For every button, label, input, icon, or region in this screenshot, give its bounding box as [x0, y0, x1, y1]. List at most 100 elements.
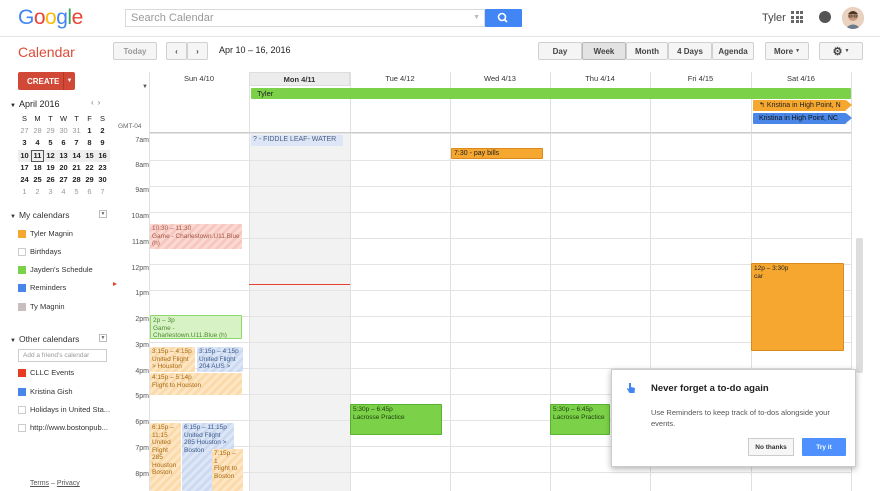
more-button[interactable]: More ▼: [765, 42, 809, 60]
hour-label: 10am: [131, 213, 149, 220]
day-header-mon[interactable]: Mon 4/11: [249, 72, 350, 86]
hour-line: [149, 290, 851, 291]
search-input[interactable]: Search Calendar ▼: [125, 9, 485, 27]
calendar-item-reminders[interactable]: Reminders: [18, 283, 66, 292]
calendar-item-birthdays[interactable]: Birthdays: [18, 247, 61, 256]
event-game-2[interactable]: 2p – 3p Game - Charlestown.U11.Blue (h): [150, 315, 242, 339]
current-time-marker: [113, 282, 117, 286]
view-week[interactable]: Week: [582, 42, 626, 60]
create-button[interactable]: CREATE ▼: [18, 72, 75, 90]
google-logo[interactable]: Google: [18, 6, 83, 30]
mini-calendar-week[interactable]: 24 25 26 27 28 29 30: [18, 174, 110, 186]
event-fiddle-leaf[interactable]: ? - FIDDLE LEAF- WATER: [251, 135, 343, 146]
no-thanks-button[interactable]: No thanks: [748, 438, 794, 456]
my-calendars-menu-icon[interactable]: ▼: [99, 210, 107, 218]
hour-line: [149, 238, 851, 239]
today-button[interactable]: Today: [113, 42, 157, 60]
avatar[interactable]: [842, 7, 864, 29]
current-time-line: [249, 284, 350, 285]
mini-calendar-week[interactable]: 17 18 19 20 21 22 23: [18, 162, 110, 174]
day-header-tue[interactable]: Tue 4/12: [350, 72, 450, 86]
event-pay-bills[interactable]: 7:30 - pay bills: [451, 148, 543, 159]
reminders-promo-popup: Never forget a to-do again Use Reminders…: [611, 369, 856, 467]
hour-line: [149, 160, 851, 161]
continues-arrow-icon: [846, 100, 852, 110]
view-4days[interactable]: 4 Days: [668, 42, 712, 60]
event-flight-6[interactable]: 7:15p – 1 Flight to Boston: [212, 449, 243, 491]
next-week-button[interactable]: ›: [187, 42, 208, 60]
day-header-wed[interactable]: Wed 4/13: [450, 72, 550, 86]
hour-label: 1pm: [135, 290, 149, 297]
event-flight-3[interactable]: 4:15p – 5:14p Flight to Houston: [150, 373, 242, 395]
day-header-thu[interactable]: Thu 4/14: [550, 72, 650, 86]
prev-week-button[interactable]: ‹: [166, 42, 187, 60]
privacy-link[interactable]: Privacy: [57, 480, 80, 487]
column-divider: [450, 72, 451, 491]
date-range: Apr 10 – 16, 2016: [219, 45, 291, 55]
view-agenda[interactable]: Agenda: [712, 42, 754, 60]
notifications-icon[interactable]: [819, 11, 831, 23]
try-it-button[interactable]: Try it: [802, 438, 846, 456]
hour-line: [149, 342, 851, 343]
search-button[interactable]: [485, 9, 522, 27]
chevron-right-icon[interactable]: ›: [98, 98, 105, 107]
chevron-left-icon: ‹: [175, 46, 178, 56]
arrow-left-icon: ↰: [759, 102, 767, 109]
calendar-item-holidays[interactable]: Holidays in United Sta...: [18, 405, 110, 414]
add-friend-calendar-input[interactable]: Add a friend's calendar: [18, 349, 107, 362]
create-dropdown-icon[interactable]: ▼: [63, 72, 75, 90]
event-car[interactable]: 12p – 3:30p car: [751, 263, 844, 351]
calendar-item-cllc[interactable]: CLLC Events: [18, 368, 74, 377]
event-flight-4[interactable]: 6:15p – 11:15 United Flight 285 Houston B…: [150, 423, 181, 491]
hour-line: [149, 316, 851, 317]
calendar-item-ty-magnin[interactable]: Ty Magnin: [18, 302, 65, 311]
hour-line: [149, 212, 851, 213]
mini-calendar-week[interactable]: 1234567: [18, 186, 110, 198]
settings-button[interactable]: ⚙ ▼: [819, 42, 863, 60]
allday-event-kristina-1[interactable]: ↰ Kristina in High Point, N: [753, 100, 846, 111]
user-name[interactable]: Tyler: [762, 12, 786, 24]
other-calendars-header[interactable]: ▼ Other calendars: [10, 334, 79, 344]
hour-label: 8am: [135, 162, 149, 169]
event-flight-1[interactable]: 3:15p – 4:15p United Flight > Houston: [150, 347, 195, 372]
view-day[interactable]: Day: [538, 42, 582, 60]
event-flight-2[interactable]: 3:15p – 4:15p United Flight 204 AUS >: [197, 347, 243, 372]
event-game-1[interactable]: 10:30 – 11:30 Game - Charlestown.U11.Blue…: [150, 224, 242, 249]
calendar-item-tyler-magnin[interactable]: Tyler Magnin: [18, 229, 73, 238]
day-header-sat[interactable]: Sat 4/16: [751, 72, 851, 86]
mini-calendar: SMTWTFS 27 28 29 30 31 1 2 3456789 10 11 12 13 14 1…: [18, 113, 110, 198]
grid-scrollbar[interactable]: [856, 238, 863, 373]
mini-calendar-week-current[interactable]: 10 11 12 13 14 15 16: [18, 149, 110, 162]
footer-links: Terms – Privacy: [30, 480, 80, 487]
chevron-left-icon[interactable]: ‹: [91, 98, 98, 107]
event-lacrosse-1[interactable]: 5:30p – 6:45p Lacrosse Practice: [350, 404, 442, 435]
calendar-item-kristina[interactable]: Kristina Gish: [18, 387, 73, 396]
continues-arrow-icon: [846, 113, 852, 123]
mini-calendar-title: ▼ April 2016: [10, 99, 60, 109]
event-lacrosse-2[interactable]: 5:30p – 6:45p Lacrosse Practice: [550, 404, 610, 435]
hour-line: [149, 264, 851, 265]
terms-link[interactable]: Terms: [30, 480, 49, 487]
day-header-sun[interactable]: Sun 4/10: [149, 72, 249, 86]
allday-event-kristina-2[interactable]: Kristina in High Point, NC: [753, 113, 846, 124]
popup-title: Never forget a to-do again: [651, 383, 769, 394]
hour-label: 2pm: [135, 316, 149, 323]
apps-grid-icon[interactable]: [791, 11, 803, 23]
allday-collapse-icon[interactable]: ▼: [142, 84, 148, 90]
day-header-fri[interactable]: Fri 4/15: [650, 72, 751, 86]
allday-event-tyler[interactable]: Tyler: [251, 88, 851, 99]
hour-label: 6pm: [135, 419, 149, 426]
mini-calendar-nav[interactable]: ‹›: [91, 98, 104, 107]
mini-calendar-weekdays: SMTWTFS: [21, 114, 105, 123]
calendar-item-boston[interactable]: http://www.bostonpub...: [18, 423, 108, 432]
hour-line: [149, 472, 851, 473]
other-calendars-menu-icon[interactable]: ▼: [99, 334, 107, 342]
view-month[interactable]: Month: [626, 42, 668, 60]
mini-calendar-week[interactable]: 3456789: [18, 137, 110, 149]
search-options-icon[interactable]: ▼: [473, 14, 480, 21]
my-calendars-header[interactable]: ▼ My calendars: [10, 210, 70, 220]
mini-calendar-week[interactable]: 27 28 29 30 31 1 2: [18, 125, 110, 137]
hand-pointer-icon: [627, 383, 635, 393]
hour-line: [149, 133, 851, 134]
calendar-item-jayden[interactable]: Jayden's Schedule: [18, 265, 93, 274]
